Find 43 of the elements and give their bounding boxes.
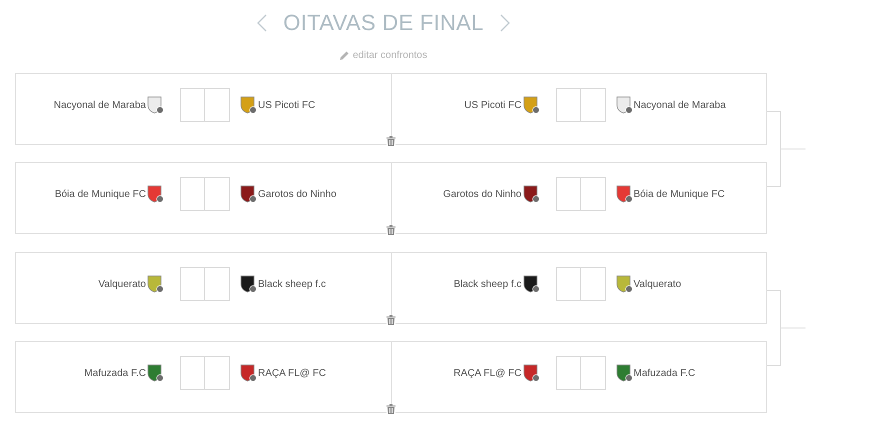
team-name: Mafuzada F.C bbox=[634, 368, 696, 378]
team-name: RAÇA FL@ FC bbox=[258, 368, 326, 378]
team-name: Nacyonal de Maraba bbox=[634, 100, 726, 110]
score-field[interactable] bbox=[180, 88, 205, 122]
chevron-left-icon bbox=[257, 14, 268, 32]
score-field[interactable] bbox=[204, 267, 230, 301]
team-name: Valquerato bbox=[634, 278, 682, 290]
team-name: Garotos do Ninho bbox=[258, 188, 336, 200]
round-title: OITAVAS DE FINAL bbox=[283, 10, 484, 36]
score-field[interactable] bbox=[180, 267, 205, 301]
delete-button[interactable] bbox=[386, 136, 396, 146]
team-name: Black sheep f.c bbox=[454, 278, 522, 290]
team-name: Black sheep f.c bbox=[258, 278, 326, 290]
team-name: Bóia de Munique FC bbox=[634, 188, 725, 200]
score-field[interactable] bbox=[580, 356, 606, 390]
score-field[interactable] bbox=[180, 356, 205, 390]
team-name: Valquerato bbox=[98, 278, 146, 290]
delete-button[interactable] bbox=[386, 404, 396, 414]
delete-button[interactable] bbox=[386, 315, 396, 325]
team-name: Bóia de Munique FC bbox=[54, 188, 146, 200]
team-name: RAÇA FL@ FC bbox=[454, 368, 522, 378]
score-field[interactable] bbox=[556, 177, 580, 211]
score-field[interactable] bbox=[204, 177, 230, 211]
score-field[interactable] bbox=[580, 177, 606, 211]
pencil-icon bbox=[340, 51, 349, 60]
score-field[interactable] bbox=[180, 177, 205, 211]
score-field[interactable] bbox=[556, 356, 580, 390]
team-name: US Picoti FC bbox=[258, 100, 316, 110]
score-field[interactable] bbox=[580, 267, 606, 301]
next-button[interactable] bbox=[500, 14, 510, 32]
team-name: Garotos do Ninho bbox=[443, 188, 522, 200]
score-field[interactable] bbox=[556, 88, 580, 122]
score-field[interactable] bbox=[580, 88, 606, 122]
score-field[interactable] bbox=[204, 356, 230, 390]
team-name: Nacyonal de Maraba bbox=[54, 100, 146, 110]
score-field[interactable] bbox=[556, 267, 580, 301]
team-name: Mafuzada F.C bbox=[84, 368, 146, 378]
chevron-right-icon bbox=[500, 14, 510, 32]
previous-button[interactable] bbox=[257, 14, 268, 32]
team-name: US Picoti FC bbox=[464, 100, 522, 110]
score-field[interactable] bbox=[204, 88, 230, 122]
delete-button[interactable] bbox=[386, 225, 396, 235]
edit-matchups-link[interactable]: editar confrontos bbox=[340, 50, 428, 61]
